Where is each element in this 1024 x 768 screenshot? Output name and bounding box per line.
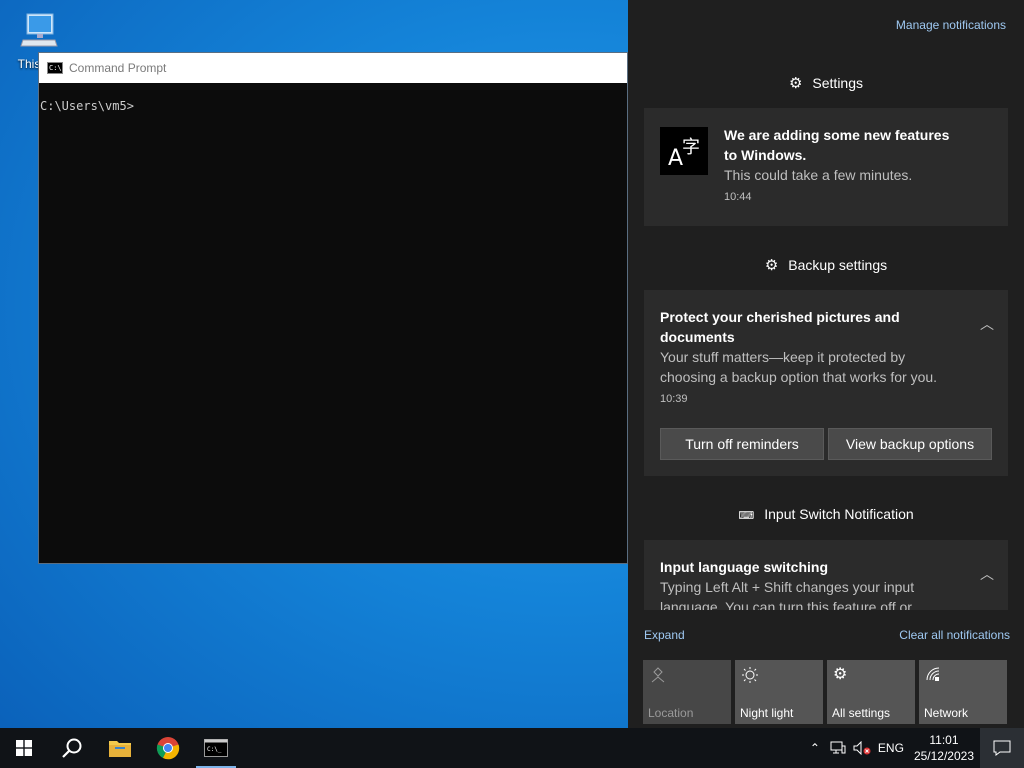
volume-muted-icon[interactable] xyxy=(850,728,874,768)
location-icon xyxy=(651,667,665,683)
notification-card[interactable]: Input language switching Typing Left Alt… xyxy=(644,540,1008,610)
notification-card[interactable]: Protect your cherished pictures and docu… xyxy=(644,290,1008,476)
console-area[interactable]: C:\Users\vm5> xyxy=(39,83,627,113)
brightness-icon xyxy=(742,667,758,683)
group-header-backup[interactable]: ⚙ Backup settings xyxy=(644,256,1008,274)
network-status-icon[interactable] xyxy=(826,728,850,768)
chrome-icon xyxy=(156,737,180,760)
notification-title: Input language switching xyxy=(660,559,828,575)
quick-action-night-light[interactable]: Night light xyxy=(735,660,823,724)
expand-link[interactable]: Expand xyxy=(644,628,685,642)
chrome-button[interactable] xyxy=(144,728,192,768)
folder-icon xyxy=(109,741,131,757)
clock-time: 11:01 xyxy=(929,733,959,747)
speaker-icon xyxy=(853,741,871,755)
clock-date: 25/12/2023 xyxy=(913,749,974,763)
notification-desc-cont: language. You can turn this feature off … xyxy=(660,599,912,610)
notification-title: We are adding some new features xyxy=(724,127,950,143)
file-explorer-button[interactable] xyxy=(96,728,144,768)
manage-notifications-link[interactable]: Manage notifications xyxy=(896,18,1006,32)
language-icon: A 字 xyxy=(660,127,708,175)
command-prompt-taskbar-button[interactable]: C:\_ xyxy=(192,728,240,768)
quick-action-network[interactable]: Network xyxy=(919,660,1007,724)
svg-text:字: 字 xyxy=(682,137,700,158)
search-button[interactable] xyxy=(48,728,96,768)
notification-desc: Typing Left Alt + Shift changes your inp… xyxy=(660,579,915,595)
action-center-footer: Expand Clear all notifications xyxy=(644,628,1010,642)
svg-text:C:\_: C:\_ xyxy=(207,746,222,753)
taskbar: C:\_ ⌃ ENG 11:01 25/12/2023 xyxy=(0,728,1024,768)
gear-icon: ⚙ xyxy=(833,666,848,683)
windows-logo-icon xyxy=(16,740,32,756)
cmd-icon: C:\_ xyxy=(204,739,228,757)
clear-all-notifications-link[interactable]: Clear all notifications xyxy=(899,628,1010,642)
notification-card[interactable]: A 字 We are adding some new features to W… xyxy=(644,108,1008,226)
system-tray: ⌃ ENG 11:01 25/12/2023 xyxy=(804,728,1024,768)
notification-time: 10:44 xyxy=(724,191,752,203)
gear-icon: ⚙ xyxy=(764,257,779,274)
input-language-indicator[interactable]: ENG xyxy=(874,728,908,768)
search-icon xyxy=(62,738,82,758)
network-icon xyxy=(926,667,940,681)
action-center-button[interactable] xyxy=(980,728,1024,768)
chevron-up-icon[interactable]: ︿ xyxy=(980,314,994,334)
notification-time: 10:39 xyxy=(660,393,688,405)
gear-icon: ⚙ xyxy=(788,75,803,92)
computer-icon xyxy=(20,13,58,47)
notification-desc: This could take a few minutes. xyxy=(724,167,913,183)
quick-actions: Location Night light ⚙ All settings Netw… xyxy=(643,660,1007,724)
svg-text:A: A xyxy=(668,146,683,171)
view-backup-options-button[interactable]: View backup options xyxy=(828,428,992,460)
clock[interactable]: 11:01 25/12/2023 xyxy=(908,728,980,768)
group-header-input-switch[interactable]: ⌨ Input Switch Notification xyxy=(644,506,1008,522)
chevron-up-icon[interactable]: ︿ xyxy=(980,564,994,584)
show-hidden-icons-chevron-up-icon[interactable]: ⌃ xyxy=(804,728,826,768)
notification-title-cont: to Windows. xyxy=(724,147,807,163)
start-button[interactable] xyxy=(0,728,48,768)
notification-desc: Your stuff matters—keep it protected by xyxy=(660,349,906,365)
keyboard-icon: ⌨ xyxy=(738,510,755,522)
quick-action-all-settings[interactable]: ⚙ All settings xyxy=(827,660,915,724)
notification-icon xyxy=(993,740,1011,756)
notification-title: Protect your cherished pictures and xyxy=(660,309,900,325)
group-header-settings[interactable]: ⚙ Settings xyxy=(644,74,1008,92)
network-wired-icon xyxy=(830,741,846,754)
console-prompt: C:\Users\vm5> xyxy=(40,99,134,113)
turn-off-reminders-button[interactable]: Turn off reminders xyxy=(660,428,824,460)
window-titlebar[interactable]: C:\ Command Prompt xyxy=(39,53,627,83)
command-prompt-window[interactable]: C:\ Command Prompt C:\Users\vm5> xyxy=(38,52,628,564)
action-center-panel: Manage notifications ⚙ Settings A 字 We ar… xyxy=(628,0,1024,728)
notification-desc-cont: choosing a backup option that works for … xyxy=(660,369,938,385)
window-title: Command Prompt xyxy=(69,61,167,75)
notification-title-cont: documents xyxy=(660,329,735,345)
cmd-icon: C:\ xyxy=(47,62,63,74)
quick-action-location[interactable]: Location xyxy=(643,660,731,724)
